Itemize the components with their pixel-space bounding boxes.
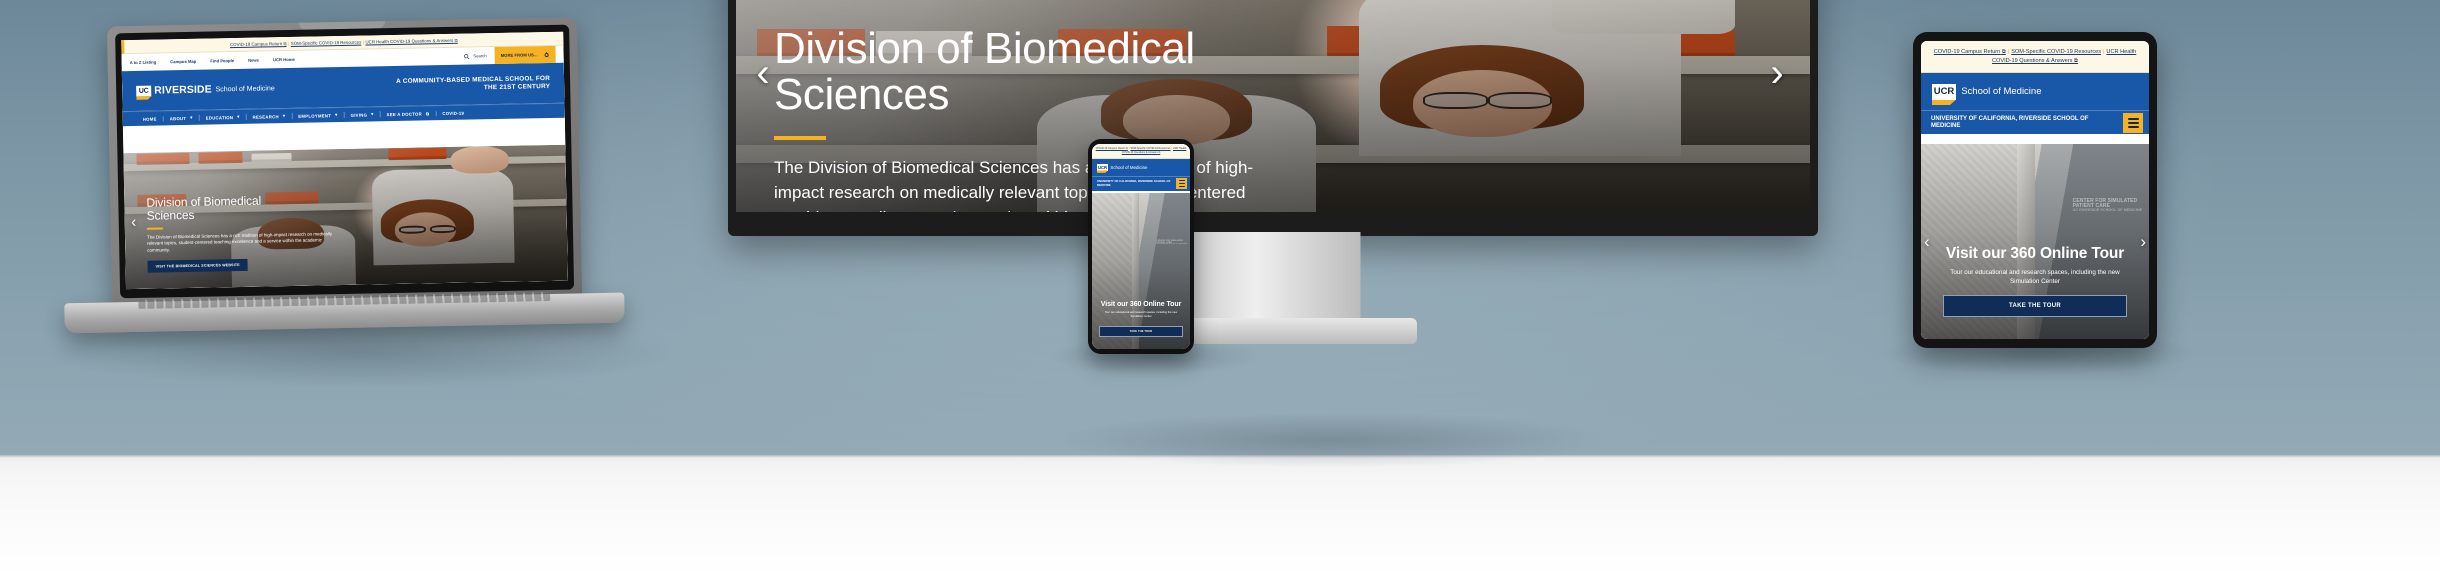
covid-link-campus-return[interactable]: COVID-19 Campus Return ⧉ (1096, 147, 1128, 150)
monitor-screen[interactable]: Division of Biomedical Sciences The Divi… (736, 0, 1810, 212)
covid-link-campus-return[interactable]: COVID-19 Campus Return ⧉ (230, 41, 287, 47)
nav-item-home[interactable]: HOME (136, 115, 164, 122)
hero-cta-button[interactable]: TAKE THE TOUR (1943, 295, 2127, 317)
carousel-next-arrow[interactable]: › (2140, 232, 2146, 252)
carousel-prev-arrow[interactable]: ‹ (746, 51, 780, 95)
mobile-brand-header: UCR School of Medicine (1092, 158, 1190, 176)
laptop-device: COVID-19 Campus Return ⧉|SOM-Specific CO… (59, 17, 625, 348)
brand-subtitle: School of Medicine (1110, 164, 1148, 170)
ucr-logo-mark[interactable]: UC (136, 85, 152, 97)
laptop-page: COVID-19 Campus Return ⧉|SOM-Specific CO… (121, 31, 568, 290)
gear-icon (544, 51, 549, 57)
nav-item-see-a-doctor[interactable]: SEE A DOCTOR ⧉ (380, 110, 437, 117)
hero-title: Visit our 360 Online Tour (1100, 300, 1182, 308)
phone-page: COVID-19 Campus Return ⧉|SOM-Specific CO… (1092, 144, 1190, 349)
external-link-icon: ⧉ (454, 37, 458, 43)
chevron-down-icon: ▾ (190, 114, 193, 120)
phone-screen[interactable]: COVID-19 Campus Return ⧉|SOM-Specific CO… (1092, 144, 1190, 349)
hero-cta-button[interactable]: VISIT THE BIOMEDICAL SCIENCES WEBSITE (147, 259, 248, 274)
hero-biomedical-laptop: Division of Biomedical Sciences The Divi… (123, 144, 568, 290)
mobile-site-title: UNIVERSITY OF CALIFORNIA, RIVERSIDE SCHO… (1097, 179, 1171, 187)
nav-item-research[interactable]: RESEARCH ▾ (246, 112, 293, 120)
covid-link-som-resources[interactable]: SOM-Specific COVID-19 Resources (291, 40, 362, 46)
hero-cta-button[interactable]: TAKE THE TOUR (1099, 326, 1183, 337)
mobile-title-bar: UNIVERSITY OF CALIFORNIA, RIVERSIDE SCHO… (1921, 110, 2149, 135)
external-link-icon: ⧉ (1158, 150, 1161, 154)
covid-alert-bar: COVID-19 Campus Return ⧉|SOM-Specific CO… (1921, 41, 2149, 74)
utility-link-ucr-home[interactable]: UCR Home (273, 57, 295, 62)
search-control[interactable]: Search (463, 53, 487, 59)
hero-biomedical-monitor: Division of Biomedical Sciences The Divi… (736, 0, 1810, 212)
search-label: Search (473, 53, 487, 59)
hero-rule (774, 136, 826, 141)
hamburger-menu-icon[interactable] (2123, 112, 2143, 133)
brand-subtitle: School of Medicine (1961, 86, 2042, 98)
chevron-down-icon: ▾ (371, 111, 374, 117)
nav-item-covid-19[interactable]: COVID-19 (436, 110, 470, 116)
more-from-us-label: MORE FROM US... (500, 52, 538, 58)
tablet-page: COVID-19 Campus Return ⧉ | SOM-Specific CO… (1921, 41, 2149, 339)
tablet-screen[interactable]: COVID-19 Campus Return ⧉ | SOM-Specific CO… (1921, 41, 2149, 339)
hero-body: Tour our educational and research spaces… (1950, 268, 2120, 285)
brand-subtitle: School of Medicine (215, 84, 275, 93)
hero-body: The Division of Biomedical Sciences has … (146, 230, 333, 253)
search-icon (463, 53, 470, 59)
hero-rule (146, 227, 163, 230)
utility-link-news[interactable]: News (248, 58, 259, 63)
chevron-down-icon: ▾ (237, 113, 240, 119)
covid-alert-bar: COVID-19 Campus Return ⧉|SOM-Specific CO… (1092, 144, 1190, 159)
nav-item-giving[interactable]: GIVING ▾ (344, 111, 381, 118)
hero-title: Visit our 360 Online Tour (1945, 245, 2125, 263)
hero-body: Tour our educational and research spaces… (1104, 311, 1178, 319)
floor-edge (0, 455, 2440, 458)
monitor-page: Division of Biomedical Sciences The Divi… (736, 0, 1810, 212)
mobile-title-bar: UNIVERSITY OF CALIFORNIA, RIVERSIDE SCHO… (1092, 175, 1190, 191)
chevron-down-icon: ▾ (282, 113, 286, 119)
hero-tour-phone: CENTER FOR SIMULATED PATIENT CARE UC RIV… (1092, 193, 1190, 349)
ucr-logo-mark[interactable]: UCR (1097, 163, 1108, 171)
covid-link-som-resources[interactable]: SOM-Specific COVID-19 Resources (1130, 147, 1170, 150)
laptop-screen[interactable]: COVID-19 Campus Return ⧉|SOM-Specific CO… (121, 31, 568, 290)
covid-link-som-resources[interactable]: SOM-Specific COVID-19 Resources (2011, 49, 2101, 55)
desktop-monitor: Division of Biomedical Sciences The Divi… (728, 0, 1818, 346)
nav-item-about[interactable]: ABOUT ▾ (163, 114, 200, 122)
hero-title-line2: Sciences (146, 207, 195, 223)
nav-item-employment[interactable]: EMPLOYMENT ▾ (292, 111, 345, 119)
mobile-brand-header: UCR School of Medicine (1921, 73, 2149, 111)
utility-link-campus-map[interactable]: Campus Map (170, 59, 196, 64)
nav-item-education[interactable]: EDUCATION ▾ (199, 113, 247, 121)
more-from-us-button[interactable]: MORE FROM US... (494, 45, 556, 65)
monitor-bezel: Division of Biomedical Sciences The Divi… (728, 0, 1818, 236)
laptop-bezel: COVID-19 Campus Return ⧉|SOM-Specific CO… (115, 24, 575, 299)
phone-body: COVID-19 Campus Return ⧉|SOM-Specific CO… (1088, 139, 1194, 354)
utility-link-a-to-z[interactable]: A to Z Listing (130, 60, 157, 66)
hero-tour-tablet: CENTER FOR SIMULATED PATIENT CARE UC RIV… (1921, 144, 2149, 339)
carousel-prev-arrow[interactable]: ‹ (127, 214, 141, 231)
background-floor (0, 455, 2440, 578)
monitor-stand (1185, 232, 1361, 324)
hero-title-line2: Sciences (774, 70, 950, 120)
hero-title-line1: Division of Biomedical (774, 24, 1195, 73)
carousel-next-arrow[interactable]: › (1760, 51, 1794, 95)
device-showcase-stage: Division of Biomedical Sciences The Divi… (0, 0, 2440, 578)
smartphone-device: COVID-19 Campus Return ⧉|SOM-Specific CO… (1088, 139, 1194, 354)
ucr-wordmark: RIVERSIDE (154, 83, 212, 97)
hamburger-menu-icon[interactable] (1176, 178, 1187, 189)
tablet-device: COVID-19 Campus Return ⧉ | SOM-Specific CO… (1913, 32, 2157, 348)
ucr-logo-mark[interactable]: UCR (1932, 83, 1956, 100)
covid-link-campus-return[interactable]: COVID-19 Campus Return ⧉ (1934, 49, 2006, 55)
tablet-body: COVID-19 Campus Return ⧉ | SOM-Specific CO… (1913, 32, 2157, 348)
mobile-site-title: UNIVERSITY OF CALIFORNIA, RIVERSIDE SCHO… (1931, 115, 2089, 129)
laptop-lid: COVID-19 Campus Return ⧉|SOM-Specific CO… (106, 17, 583, 309)
utility-link-find-people[interactable]: Find People (210, 58, 234, 63)
carousel-prev-arrow[interactable]: ‹ (1924, 232, 1930, 252)
external-link-icon: ⧉ (425, 110, 430, 116)
external-link-icon: ⧉ (2074, 57, 2079, 64)
covid-link-ucr-health-qa[interactable]: UCR Health COVID-19 Questions & Answers … (365, 38, 457, 45)
chevron-down-icon: ▾ (335, 112, 338, 118)
